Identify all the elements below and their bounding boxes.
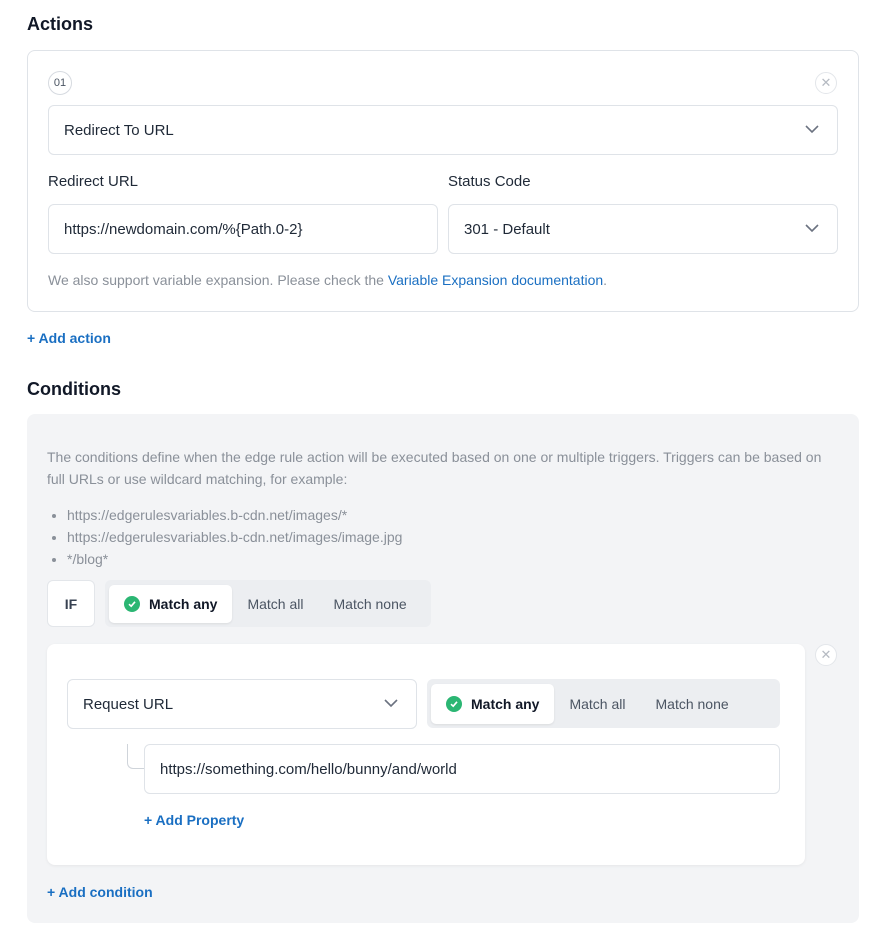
conditions-panel: The conditions define when the edge rule… [27,414,859,923]
conditions-description: The conditions define when the edge rule… [47,449,822,487]
chevron-down-icon [805,125,819,134]
match-mode-toggle: Match any Match all Match none [105,580,431,627]
add-condition-link[interactable]: + Add condition [47,884,153,900]
match-any-option[interactable]: Match any [109,584,233,623]
match-none-option[interactable]: Match none [319,585,427,623]
actions-title: Actions [27,14,94,34]
remove-condition-button[interactable]: ✕ [815,644,837,666]
list-item: https://edgerulesvariables.b-cdn.net/ima… [67,526,402,548]
chevron-down-icon [805,224,819,233]
status-code-select[interactable]: 301 - Default [448,204,838,254]
condition-value: https://something.com/hello/bunny/and/wo… [160,760,457,778]
redirect-url-input[interactable]: https://newdomain.com/%{Path.0-2} [48,204,438,254]
action-type-value: Redirect To URL [64,121,174,139]
close-icon: ✕ [820,647,832,662]
close-icon: ✕ [820,75,832,90]
check-circle-icon [446,695,462,712]
action-type-select[interactable]: Redirect To URL [48,105,838,155]
condition-match-any-option[interactable]: Match any [431,683,555,724]
add-action-link[interactable]: + Add action [27,330,111,346]
chevron-down-icon [384,699,398,708]
status-code-label: Status Code [448,173,531,190]
action-card: 01 ✕ Redirect To URL Redirect URL Status… [27,50,859,312]
redirect-url-value: https://newdomain.com/%{Path.0-2} [64,220,303,238]
condition-match-all-option[interactable]: Match all [554,684,640,724]
condition-card: Request URL Match any Match all Match no… [47,644,805,865]
condition-type-select[interactable]: Request URL [67,679,417,729]
list-item: https://edgerulesvariables.b-cdn.net/ima… [67,504,402,526]
condition-value-input[interactable]: https://something.com/hello/bunny/and/wo… [144,744,780,794]
action-number-badge: 01 [48,71,72,95]
redirect-url-label: Redirect URL [48,173,139,190]
match-all-option[interactable]: Match all [232,585,318,623]
check-circle-icon [124,595,140,612]
tree-connector [127,744,145,769]
status-code-value: 301 - Default [464,220,550,238]
remove-action-button[interactable]: ✕ [815,72,837,94]
condition-match-mode-toggle: Match any Match all Match none [427,679,780,728]
conditions-examples: https://edgerulesvariables.b-cdn.net/ima… [67,504,402,570]
variable-expansion-help: We also support variable expansion. Plea… [48,272,608,288]
add-property-link[interactable]: + Add Property [144,812,244,828]
list-item: */blog* [67,548,402,570]
if-label: IF [47,580,95,627]
variable-expansion-link[interactable]: Variable Expansion documentation [388,272,603,288]
condition-type-value: Request URL [83,695,174,713]
conditions-title: Conditions [27,379,121,399]
condition-match-none-option[interactable]: Match none [641,684,744,724]
